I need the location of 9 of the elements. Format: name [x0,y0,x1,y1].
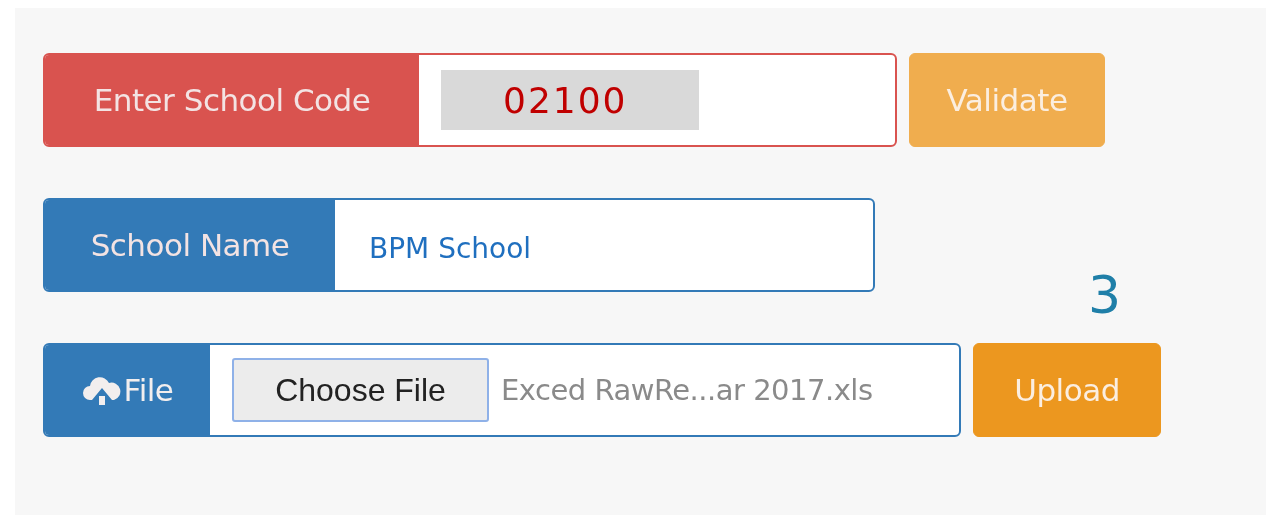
school-code-field[interactable]: 02100 [441,70,699,130]
file-name: Exced RawRe...ar 2017.xls [501,373,873,407]
field-label: School Name [45,200,335,290]
cloud-upload-icon [81,374,122,406]
field-label: Enter School Code [45,55,419,145]
step-number: 3 [1088,265,1122,325]
choose-file-button[interactable]: Choose File [232,358,489,422]
school-name-value: BPM School [368,230,532,265]
field-label: File [123,372,174,408]
